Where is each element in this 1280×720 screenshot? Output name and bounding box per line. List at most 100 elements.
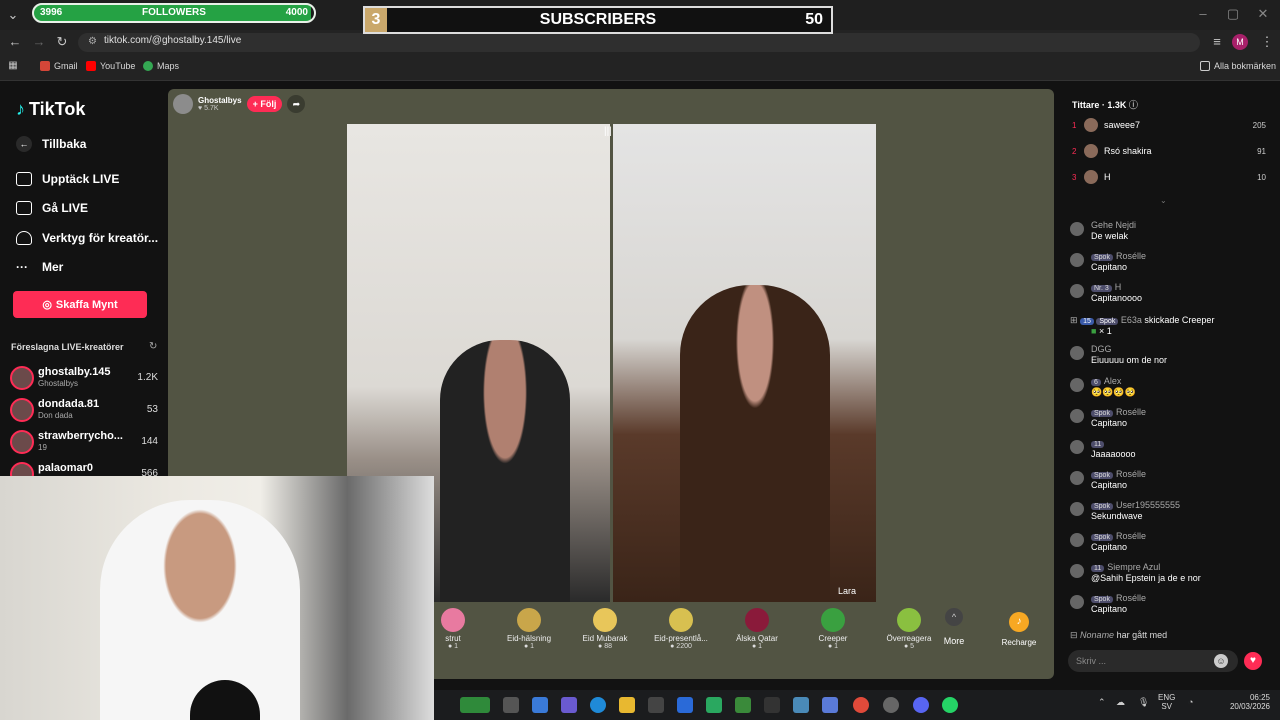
avatar[interactable]	[1070, 533, 1084, 547]
youtube-icon	[86, 61, 96, 71]
gift-user[interactable]: E63a	[1121, 315, 1142, 325]
taskbar-store-icon[interactable]	[648, 697, 664, 713]
minimize-icon[interactable]: –	[1194, 6, 1212, 21]
creator-item[interactable]: ghostalby.145 Ghostalbys 1.2K	[10, 364, 158, 394]
chat-username[interactable]: DGG	[1091, 344, 1112, 354]
host-info[interactable]: Ghostalbys ♥ 5.7K	[198, 96, 242, 112]
host-bar: Ghostalbys ♥ 5.7K + Följ ➦	[173, 94, 306, 114]
tray-overflow-icon[interactable]: ⌃	[1098, 697, 1106, 708]
chat-username[interactable]: Siempre Azul	[1107, 562, 1160, 572]
creator-item[interactable]: dondada.81 Don dada 53	[10, 396, 158, 426]
nav-go-live[interactable]: Gå LIVE	[16, 201, 88, 215]
gift-item[interactable]: Eid Mubarak ● 88	[567, 604, 643, 650]
avatar[interactable]	[1070, 222, 1084, 236]
refresh-icon[interactable]: ↻	[149, 341, 157, 352]
avatar[interactable]	[1070, 253, 1084, 267]
avatar[interactable]	[1070, 471, 1084, 485]
share-icon[interactable]: ➦	[287, 95, 306, 113]
tab-list-icon[interactable]: ⌄	[4, 7, 22, 23]
close-icon[interactable]: ✕	[1254, 6, 1272, 22]
top-viewer-row[interactable]: 2 Rsó shakira 91	[1072, 141, 1266, 161]
gift-item[interactable]: Eid-presentlå... ● 2200	[643, 604, 719, 650]
apps-icon[interactable]: ▦	[4, 60, 22, 71]
wifi-icon[interactable]: ◔	[1188, 697, 1193, 707]
clock[interactable]: 06:25 20/03/2026	[1214, 693, 1270, 711]
bookmark-gmail[interactable]: Gmail	[40, 61, 78, 71]
taskbar-photos-icon[interactable]	[793, 697, 809, 713]
taskbar-app4-icon[interactable]	[764, 697, 780, 713]
taskbar-app-icon[interactable]	[503, 697, 519, 713]
avatar[interactable]	[1070, 409, 1084, 423]
join-user[interactable]: Noname	[1080, 630, 1114, 640]
chat-username[interactable]: Rosélle	[1116, 469, 1146, 479]
more-gifts-button[interactable]: ^ More	[938, 608, 970, 646]
avatar[interactable]	[1070, 502, 1084, 516]
back-link[interactable]: ← Tillbaka	[16, 136, 86, 152]
maximize-icon[interactable]: ▢	[1224, 6, 1242, 22]
reload-icon[interactable]: ↻	[53, 34, 71, 50]
like-heart-button[interactable]: ♥	[1244, 652, 1262, 670]
chat-username[interactable]: Rosélle	[1116, 251, 1146, 261]
taskbar-app2-icon[interactable]	[706, 697, 722, 713]
chat-username[interactable]: Rosélle	[1116, 531, 1146, 541]
chat-username[interactable]: Gehe Nejdi	[1091, 220, 1136, 230]
menu-icon[interactable]: ⋮	[1258, 34, 1276, 50]
avatar[interactable]	[1070, 346, 1084, 360]
avatar[interactable]	[1070, 440, 1084, 454]
taskbar-mail-icon[interactable]	[677, 697, 693, 713]
taskbar-discord-icon[interactable]	[913, 697, 929, 713]
viewer-score: 10	[1257, 172, 1266, 182]
taskbar-app3-icon[interactable]	[735, 697, 751, 713]
avatar[interactable]	[1070, 564, 1084, 578]
back-icon[interactable]: ←	[6, 34, 24, 49]
language-indicator[interactable]: ENG SV	[1158, 693, 1175, 711]
tiktok-logo[interactable]: ♪ TikTok	[16, 99, 85, 120]
url-bar[interactable]	[78, 33, 1200, 52]
chat-username[interactable]: H	[1115, 282, 1122, 292]
taskbar-whatsapp-icon[interactable]	[942, 697, 958, 713]
tray-mic-icon[interactable]: 🎙	[1138, 697, 1149, 708]
host-avatar[interactable]	[173, 94, 193, 114]
nav-discover-live[interactable]: Upptäck LIVE	[16, 172, 119, 186]
emoji-icon[interactable]: ☺	[1214, 654, 1228, 668]
tray-cloud-icon[interactable]: ☁	[1116, 697, 1125, 708]
expand-chevron-icon[interactable]: ⌄	[1160, 196, 1167, 205]
gift-item[interactable]: Älska Qatar ● 1	[719, 604, 795, 650]
taskbar-teams-icon[interactable]	[561, 697, 577, 713]
all-bookmarks[interactable]: Alla bokmärken	[1200, 61, 1276, 71]
taskbar-explorer-icon[interactable]	[619, 697, 635, 713]
bookmark-youtube[interactable]: YouTube	[86, 61, 135, 71]
creator-item[interactable]: strawberrycho... 19 144	[10, 428, 158, 458]
media-icon[interactable]: ≡	[1208, 34, 1226, 49]
taskbar-obs-icon[interactable]	[883, 697, 899, 713]
bookmark-maps[interactable]: Maps	[143, 61, 179, 71]
chat-username[interactable]: Alex	[1104, 376, 1122, 386]
avatar[interactable]	[1070, 595, 1084, 609]
chat-username[interactable]: Rosélle	[1116, 407, 1146, 417]
taskbar-copilot-icon[interactable]	[532, 697, 548, 713]
chat-username[interactable]: User195555555	[1116, 500, 1180, 510]
profile-avatar[interactable]: M	[1232, 34, 1248, 50]
url-text[interactable]: tiktok.com/@ghostalby.145/live	[104, 35, 241, 46]
gift-item[interactable]: Creeper ● 1	[795, 604, 871, 650]
creator-item[interactable]: palaomar0 566	[10, 460, 158, 476]
nav-more[interactable]: ··· Mer	[16, 260, 63, 274]
taskbar-chrome-icon[interactable]	[853, 697, 869, 713]
gift-item[interactable]: Överreagera ● 5	[871, 604, 947, 650]
chat-username[interactable]: Rosélle	[1116, 593, 1146, 603]
taskbar-app5-icon[interactable]	[822, 697, 838, 713]
avatar[interactable]	[1070, 284, 1084, 298]
forward-icon[interactable]: →	[30, 34, 48, 49]
top-viewer-row[interactable]: 3 H 10	[1072, 167, 1266, 187]
taskbar-edge-icon[interactable]	[590, 697, 606, 713]
avatar[interactable]	[1070, 378, 1084, 392]
info-icon[interactable]: ⓘ	[1129, 100, 1138, 110]
nav-creator-tools[interactable]: Verktyg för kreatör...	[16, 231, 158, 245]
top-viewer-row[interactable]: 1 saweee7 205	[1072, 115, 1266, 135]
recharge-button[interactable]: ♪ Recharge	[994, 606, 1044, 647]
follow-button[interactable]: + Följ	[246, 96, 283, 112]
gift-item[interactable]: Eid-hälsning ● 1	[491, 604, 567, 650]
get-coins-button[interactable]: ◎ Skaffa Mynt	[13, 291, 147, 318]
taskbar-game-icon[interactable]	[460, 697, 490, 713]
site-info-icon[interactable]: ⚙	[88, 36, 97, 47]
